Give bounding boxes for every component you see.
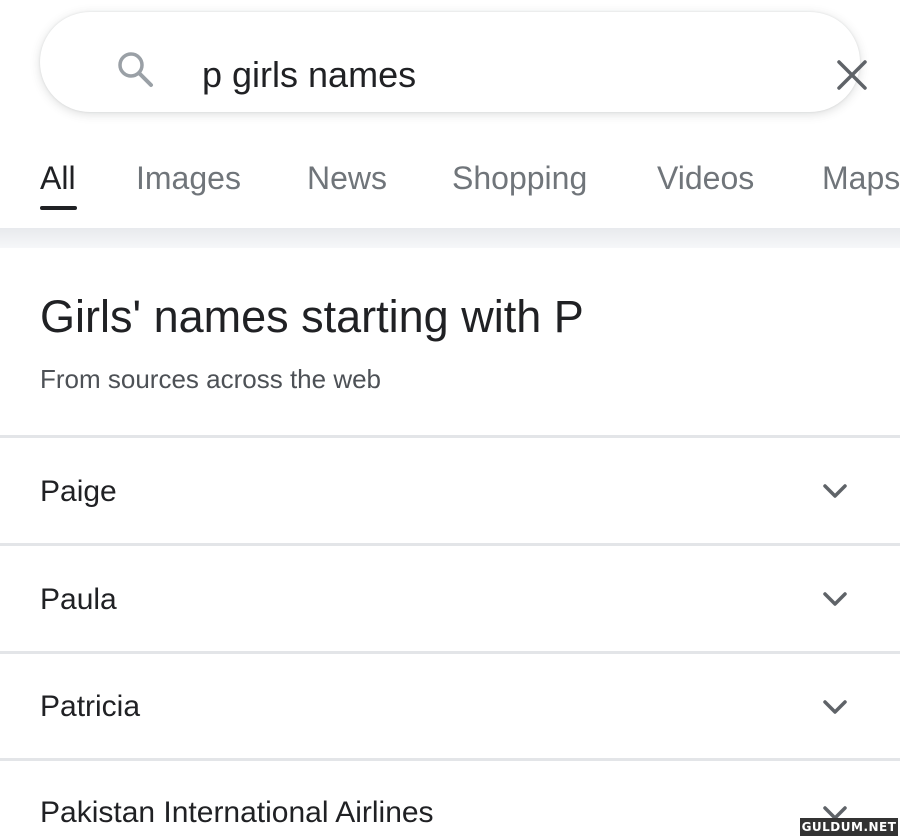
search-tabs: All Images News Shopping Videos Maps xyxy=(0,150,900,220)
tab-videos[interactable]: Videos xyxy=(657,158,754,198)
tab-all[interactable]: All xyxy=(40,158,76,198)
tab-news[interactable]: News xyxy=(307,158,387,198)
list-item-pakistan-international-airlines[interactable]: Pakistan International Airlines xyxy=(40,795,434,831)
result-heading: Girls' names starting with P xyxy=(40,291,584,342)
tab-shopping[interactable]: Shopping xyxy=(452,158,587,198)
chevron-down-icon[interactable] xyxy=(820,481,850,501)
list-item-paula[interactable]: Paula xyxy=(40,582,117,618)
divider xyxy=(0,651,900,654)
tab-maps[interactable]: Maps xyxy=(822,158,900,198)
chevron-down-icon[interactable] xyxy=(820,697,850,717)
close-icon[interactable] xyxy=(835,58,869,92)
search-icon[interactable] xyxy=(116,50,154,88)
search-input[interactable]: p girls names xyxy=(202,55,416,95)
list-item-paige[interactable]: Paige xyxy=(40,474,117,510)
list-item-patricia[interactable]: Patricia xyxy=(40,689,140,725)
watermark: GULDUM.NET xyxy=(800,818,898,836)
result-source-note: From sources across the web xyxy=(40,364,382,394)
tab-images[interactable]: Images xyxy=(136,158,241,198)
search-bar[interactable]: p girls names xyxy=(40,12,867,112)
section-separator xyxy=(0,228,900,248)
divider xyxy=(0,758,900,761)
divider xyxy=(0,435,900,438)
divider xyxy=(0,543,900,546)
chevron-down-icon[interactable] xyxy=(820,589,850,609)
active-tab-indicator xyxy=(40,206,77,210)
